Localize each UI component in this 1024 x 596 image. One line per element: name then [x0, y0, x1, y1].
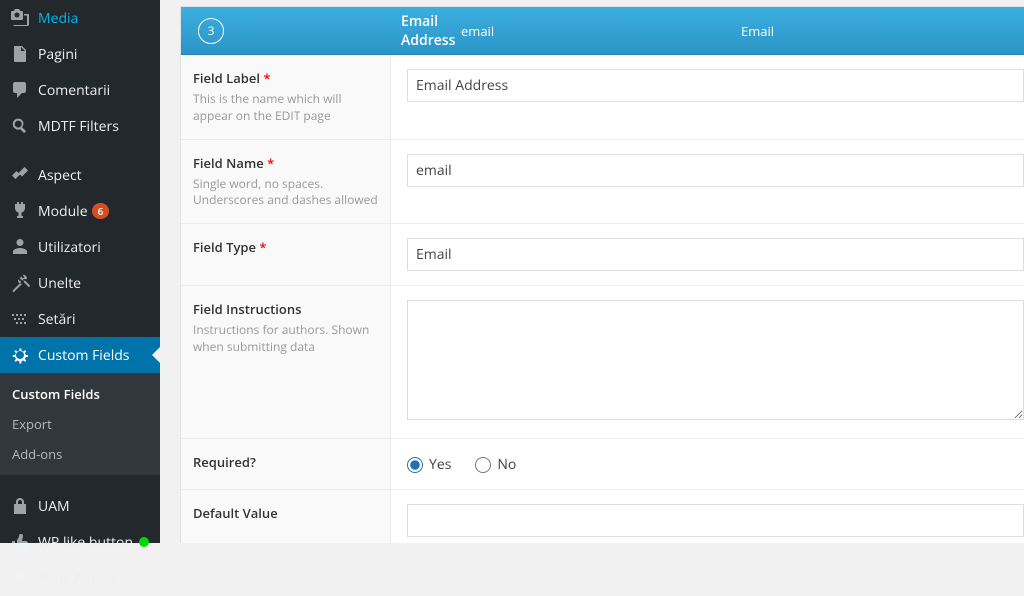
users-icon: [10, 237, 30, 257]
input-field-name[interactable]: [407, 154, 1024, 187]
admin-sidebar: Media Pagini Comentarii MDTF Filters: [0, 0, 160, 543]
field-order-col: 3: [181, 18, 241, 44]
sidebar-label: Comentarii: [38, 81, 110, 100]
row-default-value: Default Value: [181, 490, 1024, 543]
radio-required-no[interactable]: No: [475, 455, 516, 474]
sidebar-label: Pods Admin: [38, 569, 116, 588]
comments-icon: [10, 80, 30, 100]
plugins-icon: [10, 201, 30, 221]
sidebar-label: Utilizatori: [38, 238, 101, 257]
gear-icon: [10, 345, 30, 365]
status-dot-icon: [139, 537, 149, 547]
sidebar-label: Custom Fields: [38, 346, 129, 365]
radio-required-yes[interactable]: Yes: [407, 455, 451, 474]
label-field-instructions: Field Instructions: [193, 300, 378, 318]
sidebar-item-pods-admin[interactable]: Pods Admin: [0, 560, 160, 596]
update-badge: 6: [92, 203, 110, 219]
sidebar-label: Setări: [38, 310, 76, 329]
row-field-label: Field Label * This is the name which wil…: [181, 55, 1024, 140]
appearance-icon: [10, 165, 30, 185]
row-field-instructions: Field Instructions Instructions for auth…: [181, 286, 1024, 439]
main-content: 3 Email Address email Email Field Label …: [180, 6, 1024, 543]
label-default-value: Default Value: [193, 504, 378, 522]
field-header-row[interactable]: 3 Email Address email Email: [181, 7, 1024, 55]
label-field-name: Field Name: [193, 154, 264, 172]
sidebar-item-utilizatori[interactable]: Utilizatori: [0, 229, 160, 265]
submenu-item-export[interactable]: Export: [0, 409, 160, 439]
label-required: Required?: [193, 453, 378, 471]
radio-input-no[interactable]: [475, 457, 491, 473]
menu-separator: [0, 148, 160, 153]
select-field-type[interactable]: Email: [407, 238, 1024, 271]
menu-separator: [0, 479, 160, 484]
sidebar-item-media[interactable]: Media: [0, 0, 160, 36]
sidebar-item-wp-like-button[interactable]: WP like button: [0, 524, 160, 560]
header-field-label: Email Address: [241, 12, 461, 50]
required-asterisk: *: [259, 238, 266, 256]
label-field-label: Field Label: [193, 69, 260, 87]
submenu-item-addons[interactable]: Add-ons: [0, 439, 160, 469]
sidebar-item-mdtf-filters[interactable]: MDTF Filters: [0, 108, 160, 144]
sidebar-item-unelte[interactable]: Unelte: [0, 265, 160, 301]
sidebar-label: Unelte: [38, 274, 81, 293]
sidebar-label: Media: [38, 9, 78, 28]
thumbs-up-icon: [10, 532, 30, 552]
sidebar-label: Module: [38, 202, 88, 221]
required-asterisk: *: [263, 69, 270, 87]
sidebar-label: MDTF Filters: [38, 117, 119, 136]
sidebar-item-pagini[interactable]: Pagini: [0, 36, 160, 72]
desc-field-name: Single word, no spaces. Underscores and …: [193, 176, 378, 210]
row-field-name: Field Name * Single word, no spaces. Und…: [181, 140, 1024, 225]
field-order-number: 3: [198, 18, 224, 44]
label-field-type: Field Type: [193, 238, 256, 256]
sidebar-label: Aspect: [38, 166, 82, 185]
sidebar-item-module[interactable]: Module 6: [0, 193, 160, 229]
sidebar-item-setari[interactable]: Setări: [0, 301, 160, 337]
submenu-custom-fields: Custom Fields Export Add-ons: [0, 373, 160, 475]
sidebar-label: Pagini: [38, 45, 77, 64]
search-icon: [10, 116, 30, 136]
media-icon: [10, 8, 30, 28]
sidebar-item-custom-fields[interactable]: Custom Fields: [0, 337, 160, 373]
textarea-field-instructions[interactable]: [407, 300, 1024, 420]
row-field-type: Field Type * Email: [181, 224, 1024, 286]
radio-input-yes[interactable]: [407, 457, 423, 473]
required-asterisk: *: [267, 154, 274, 172]
lock-icon: [10, 496, 30, 516]
header-field-type: Email: [681, 22, 1024, 40]
pages-icon: [10, 44, 30, 64]
sidebar-label: WP like button: [38, 533, 133, 552]
pods-icon: [10, 568, 30, 588]
desc-field-instructions: Instructions for authors. Shown when sub…: [193, 322, 378, 356]
header-field-name: email: [461, 22, 681, 40]
input-default-value[interactable]: [407, 504, 1024, 537]
sidebar-item-comentarii[interactable]: Comentarii: [0, 72, 160, 108]
sidebar-label: UAM: [38, 497, 70, 516]
submenu-item-custom-fields[interactable]: Custom Fields: [0, 379, 160, 409]
input-field-label[interactable]: [407, 69, 1024, 102]
desc-field-label: This is the name which will appear on th…: [193, 91, 378, 125]
tools-icon: [10, 273, 30, 293]
sidebar-item-aspect[interactable]: Aspect: [0, 157, 160, 193]
settings-icon: [10, 309, 30, 329]
row-required: Required? Yes No: [181, 439, 1024, 490]
sidebar-item-uam[interactable]: UAM: [0, 488, 160, 524]
